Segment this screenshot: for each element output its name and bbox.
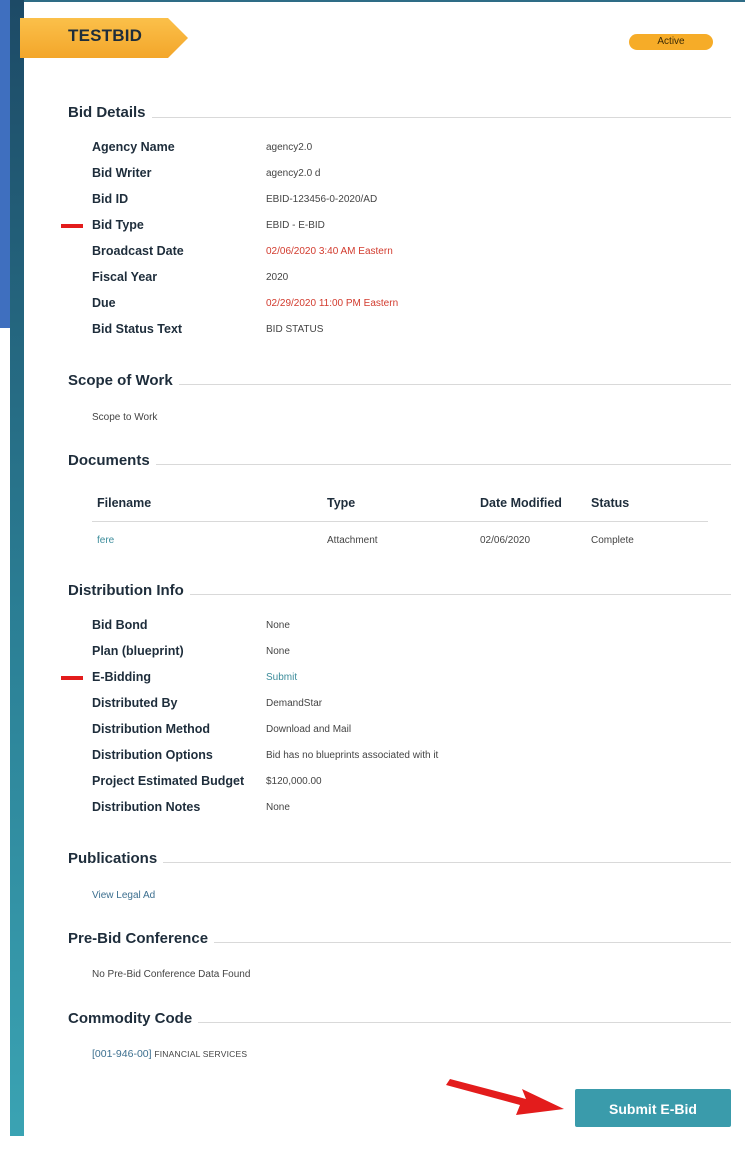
commodity-code-row: [001-946-00] FINANCIAL SERVICES [92, 1048, 247, 1060]
page-title: TESTBID [68, 26, 143, 45]
detail-value: 2020 [266, 272, 289, 283]
section-title-scope: Scope of Work [68, 372, 179, 389]
detail-label: Bid Writer [92, 166, 152, 180]
section-divider [148, 464, 731, 465]
document-status: Complete [591, 535, 634, 546]
dist-label: Bid Bond [92, 618, 148, 632]
dist-value: Bid has no blueprints associated with it [266, 750, 439, 761]
detail-label: Bid Status Text [92, 322, 183, 336]
column-header-date-modified: Date Modified [480, 496, 562, 510]
detail-value: BID STATUS [266, 324, 324, 335]
submit-e-bid-proposal-button[interactable]: Submit E-Bid Proposal [575, 1089, 731, 1155]
detail-label: Due [92, 296, 116, 310]
section-divider [170, 384, 731, 385]
section-divider [158, 862, 731, 863]
status-badge: Active [629, 34, 713, 50]
dist-value: DemandStar [266, 698, 323, 709]
dist-label: Plan (blueprint) [92, 644, 184, 658]
view-legal-ad-link[interactable]: View Legal Ad [92, 890, 155, 901]
section-title-publications: Publications [68, 850, 164, 867]
detail-value: agency2.0 d [266, 168, 321, 179]
section-divider [148, 117, 731, 118]
scope-text: Scope to Work [92, 412, 158, 423]
document-type: Attachment [327, 535, 378, 546]
dist-label: Distribution Method [92, 722, 211, 736]
dist-value: $120,000.00 [266, 776, 322, 787]
detail-label: Bid Type [92, 218, 144, 232]
commodity-name: FINANCIAL SERVICES [154, 1049, 248, 1059]
section-title-bid-details: Bid Details [68, 104, 152, 121]
section-title-documents: Documents [68, 452, 156, 469]
detail-label: Broadcast Date [92, 244, 184, 258]
pre-bid-text: No Pre-Bid Conference Data Found [92, 969, 251, 980]
detail-value: EBID-123456-0-2020/AD [266, 194, 378, 205]
detail-label: Bid ID [92, 192, 129, 206]
dist-label: Distribution Notes [92, 800, 201, 814]
section-title-distribution: Distribution Info [68, 582, 190, 599]
section-divider [182, 594, 731, 595]
document-filename-link[interactable]: fere [97, 535, 114, 546]
column-header-status: Status [591, 496, 630, 510]
title-tag: TESTBID [20, 18, 188, 58]
section-title-pre-bid: Pre-Bid Conference [68, 930, 215, 947]
e-bidding-submit-link[interactable]: Submit [266, 672, 297, 683]
dist-label: Distributed By [92, 696, 178, 710]
highlight-marker [61, 224, 83, 228]
detail-value: EBID - E-BID [266, 220, 325, 231]
left-accent-bar [10, 0, 24, 1136]
commodity-code: [001-946-00] [92, 1048, 152, 1060]
dist-value: None [266, 802, 290, 813]
section-divider [204, 942, 731, 943]
column-header-filename: Filename [97, 496, 152, 510]
document-date-modified: 02/06/2020 [480, 535, 531, 546]
arrow-icon [446, 1079, 564, 1115]
left-blue-strip [0, 0, 10, 328]
dist-value: None [266, 646, 290, 657]
section-divider [192, 1022, 731, 1023]
highlight-marker [61, 676, 83, 680]
detail-value: agency2.0 [266, 142, 313, 153]
detail-value: 02/06/2020 3:40 AM Eastern [266, 246, 393, 257]
table-header-divider [92, 521, 708, 522]
detail-label: Fiscal Year [92, 270, 158, 284]
dist-label: Distribution Options [92, 748, 213, 762]
dist-label: Project Estimated Budget [92, 774, 245, 788]
detail-label: Agency Name [92, 140, 175, 154]
dist-label: E-Bidding [92, 670, 152, 684]
top-border [24, 0, 745, 2]
column-header-type: Type [327, 496, 356, 510]
detail-value: 02/29/2020 11:00 PM Eastern [266, 298, 399, 309]
dist-value: None [266, 620, 290, 631]
dist-value: Download and Mail [266, 724, 352, 735]
section-title-commodity: Commodity Code [68, 1010, 199, 1027]
